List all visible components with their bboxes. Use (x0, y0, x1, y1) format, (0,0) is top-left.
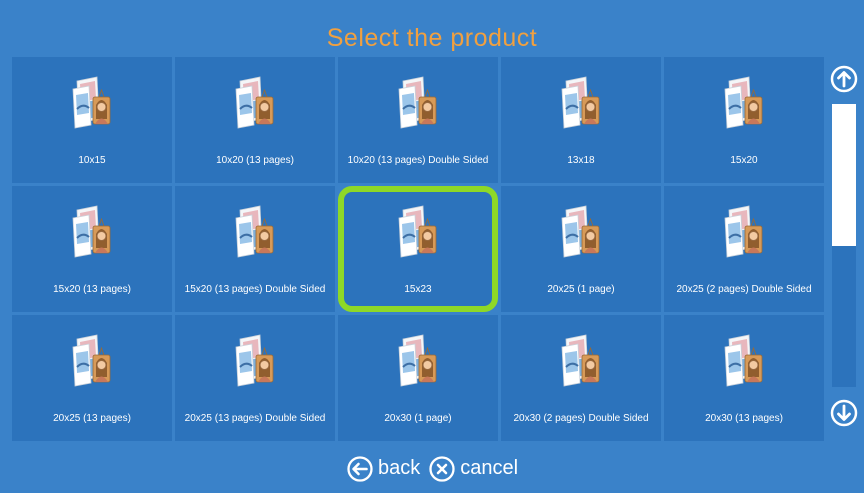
product-tile[interactable]: 20x25 (13 pages) (12, 315, 172, 441)
photo-product-icon (397, 333, 439, 387)
product-label: 10x15 (78, 155, 106, 166)
photo-product-icon (397, 75, 439, 129)
product-tile[interactable]: 10x20 (13 pages) Double Sided (338, 57, 498, 183)
product-tile[interactable]: 20x25 (2 pages) Double Sided (664, 186, 824, 312)
photo-product-icon (560, 333, 602, 387)
product-label: 15x20 (730, 155, 758, 166)
cancel-button[interactable]: cancel (428, 455, 518, 483)
cancel-label: cancel (460, 457, 519, 479)
bottom-bar: back cancel (0, 444, 864, 493)
product-label: 20x30 (13 pages) (705, 413, 783, 424)
product-tile[interactable]: 20x30 (13 pages) (664, 315, 824, 441)
product-tile[interactable]: 13x18 (501, 57, 661, 183)
arrow-down-circle-icon (830, 399, 858, 427)
arrow-up-circle-icon (830, 65, 858, 93)
product-grid: 10x15 10x20 (13 pages) 10x20 (13 pages) … (12, 57, 825, 441)
scrollbar-track[interactable] (832, 104, 856, 387)
photo-product-icon (560, 204, 602, 258)
photo-product-icon (723, 333, 765, 387)
product-tile[interactable]: 20x25 (13 pages) Double Sided (175, 315, 335, 441)
photo-product-icon (234, 204, 276, 258)
product-label: 20x25 (2 pages) Double Sided (676, 284, 812, 295)
photo-product-icon (234, 75, 276, 129)
product-label: 20x30 (1 page) (384, 413, 452, 424)
product-tile[interactable]: 20x30 (2 pages) Double Sided (501, 315, 661, 441)
photo-product-icon (234, 333, 276, 387)
product-label: 15x23 (404, 284, 432, 295)
product-tile[interactable]: 15x20 (664, 57, 824, 183)
product-tile[interactable]: 20x30 (1 page) (338, 315, 498, 441)
product-label: 20x25 (1 page) (547, 284, 615, 295)
product-tile[interactable]: 10x20 (13 pages) (175, 57, 335, 183)
scrollbar-thumb[interactable] (832, 104, 856, 246)
product-label: 20x30 (2 pages) Double Sided (513, 413, 649, 424)
product-label: 20x25 (13 pages) (53, 413, 131, 424)
photo-product-icon (71, 333, 113, 387)
photo-product-icon (397, 204, 439, 258)
product-tile[interactable]: 15x20 (13 pages) Double Sided (175, 186, 335, 312)
scroll-down-button[interactable] (829, 398, 859, 428)
product-label: 15x20 (13 pages) (53, 284, 131, 295)
product-label: 20x25 (13 pages) Double Sided (184, 413, 326, 424)
product-tile[interactable]: 10x15 (12, 57, 172, 183)
product-label: 10x20 (13 pages) (216, 155, 294, 166)
photo-product-icon (71, 204, 113, 258)
photo-product-icon (723, 204, 765, 258)
product-tile[interactable]: 20x25 (1 page) (501, 186, 661, 312)
page-title: Select the product (326, 24, 538, 52)
arrow-left-circle-icon (347, 455, 373, 482)
photo-product-icon (723, 75, 765, 129)
product-label: 13x18 (567, 155, 595, 166)
product-tile[interactable]: 15x23 (338, 186, 498, 312)
photo-product-icon (560, 75, 602, 129)
product-tile[interactable]: 15x20 (13 pages) (12, 186, 172, 312)
product-label: 10x20 (13 pages) Double Sided (347, 155, 489, 166)
back-button[interactable]: back (346, 455, 420, 483)
scroll-up-button[interactable] (829, 64, 859, 94)
photo-product-icon (71, 75, 113, 129)
product-label: 15x20 (13 pages) Double Sided (184, 284, 326, 295)
back-label: back (377, 457, 421, 479)
close-circle-icon (429, 455, 455, 482)
